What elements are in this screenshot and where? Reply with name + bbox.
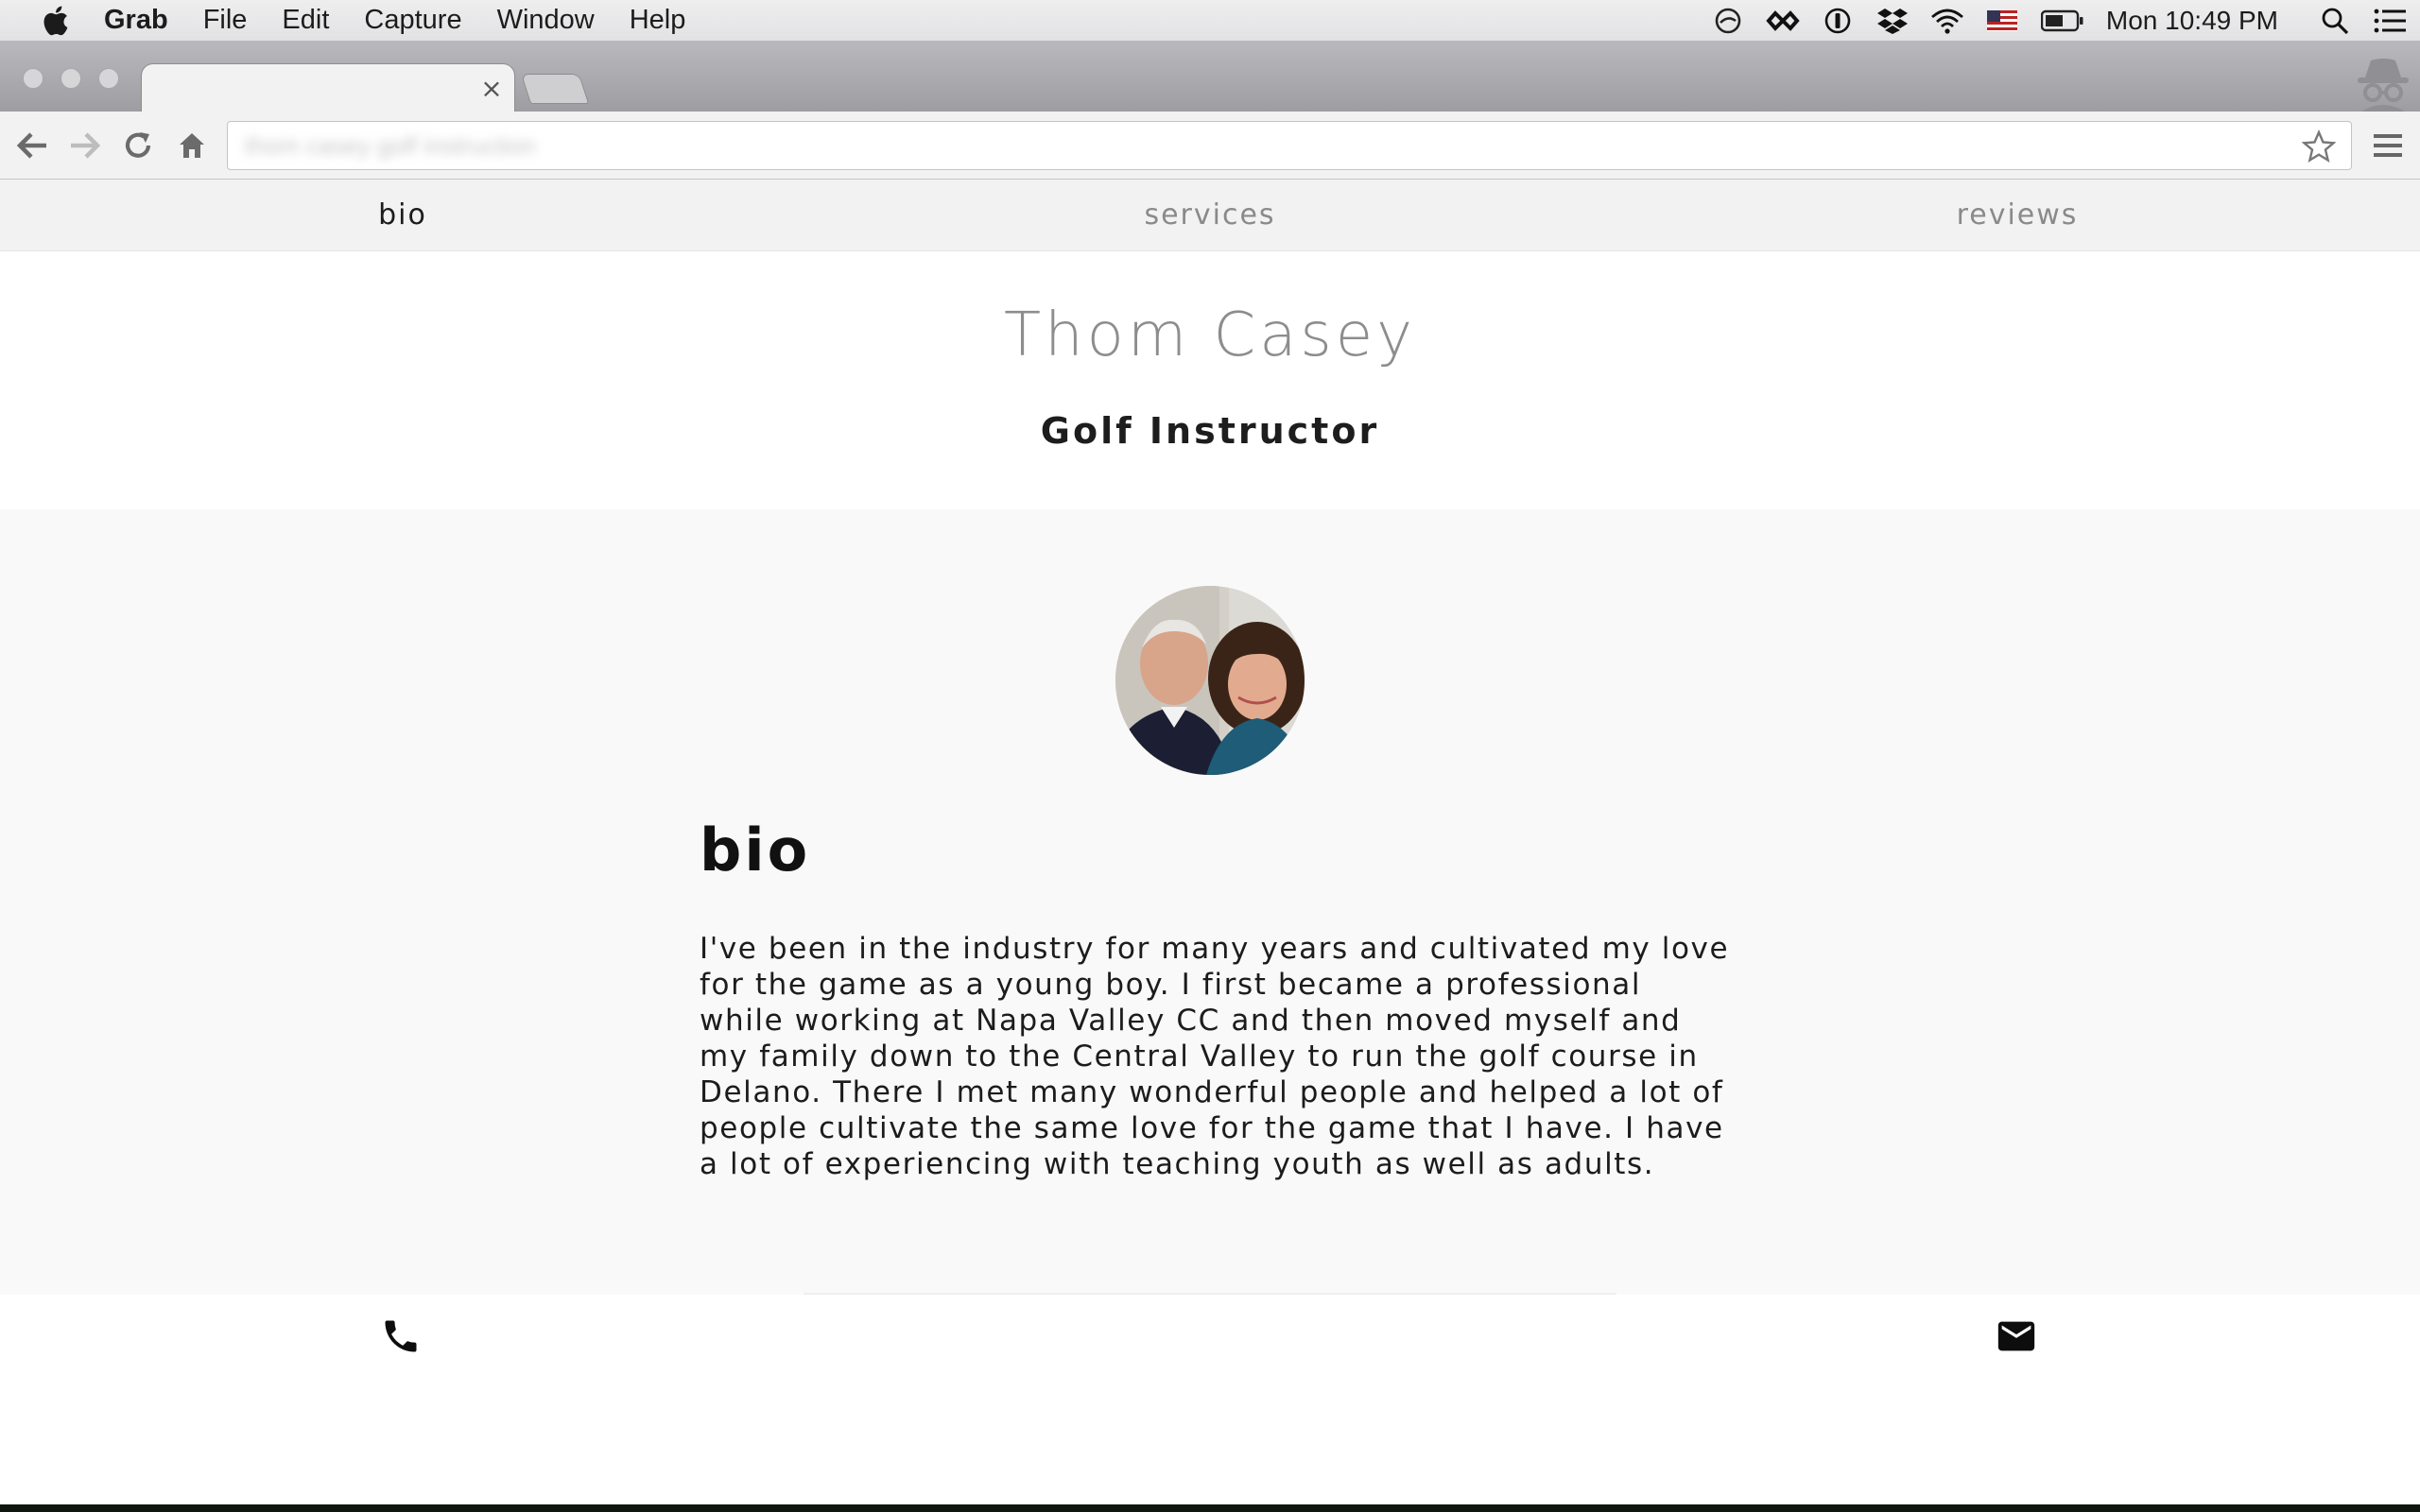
status-area: Mon 10:49 PM bbox=[1711, 0, 2420, 42]
sync-icon[interactable] bbox=[1711, 4, 1745, 38]
page-footer bbox=[0, 1295, 2420, 1504]
tab-close-icon[interactable]: × bbox=[475, 72, 509, 106]
wifi-icon[interactable] bbox=[1930, 4, 1964, 38]
battery-icon[interactable] bbox=[2040, 4, 2085, 38]
menu-help[interactable]: Help bbox=[630, 5, 686, 36]
page-header: Thom Casey Golf Instructor bbox=[0, 251, 2420, 509]
browser-tab-active[interactable]: × bbox=[142, 64, 514, 113]
tab-strip: × bbox=[0, 42, 2420, 113]
back-icon[interactable] bbox=[13, 127, 51, 164]
1password-icon[interactable] bbox=[1821, 4, 1855, 38]
infinity-icon[interactable] bbox=[1766, 4, 1800, 38]
bookmark-star-icon[interactable] bbox=[2301, 129, 2337, 163]
avatar bbox=[1115, 586, 1305, 775]
flag-icon[interactable] bbox=[1985, 4, 2019, 38]
incognito-icon bbox=[2352, 55, 2414, 112]
spotlight-icon[interactable] bbox=[2318, 4, 2352, 38]
address-bar-text: thom casey golf instruction bbox=[245, 131, 536, 160]
desktop-background-edge bbox=[0, 1504, 2420, 1512]
bio-paragraph: I've been in the industry for many years… bbox=[700, 932, 1730, 1181]
clock[interactable]: Mon 10:49 PM bbox=[2106, 6, 2278, 36]
apple-icon[interactable] bbox=[36, 2, 74, 40]
web-page: bio services reviews Thom Casey Golf Ins… bbox=[0, 180, 2420, 1504]
menu-window[interactable]: Window bbox=[497, 5, 595, 36]
notification-center-icon[interactable] bbox=[2373, 4, 2407, 38]
window-close-button[interactable] bbox=[23, 68, 43, 89]
browser-toolbar: thom casey golf instruction bbox=[0, 112, 2420, 180]
menu-file[interactable]: File bbox=[203, 5, 248, 36]
site-nav: bio services reviews bbox=[0, 180, 2420, 251]
page-subtitle: Golf Instructor bbox=[1040, 410, 1380, 452]
page-title: Thom Casey bbox=[1004, 301, 1416, 370]
forward-icon[interactable] bbox=[66, 127, 104, 164]
address-bar[interactable]: thom casey golf instruction bbox=[227, 121, 2352, 170]
new-tab-button[interactable] bbox=[520, 74, 590, 104]
nav-link-services[interactable]: services bbox=[1144, 198, 1275, 232]
home-icon[interactable] bbox=[173, 127, 211, 164]
reload-icon[interactable] bbox=[119, 127, 157, 164]
phone-icon[interactable] bbox=[380, 1315, 427, 1363]
nav-link-bio[interactable]: bio bbox=[378, 198, 427, 232]
menu-capture[interactable]: Capture bbox=[364, 5, 461, 36]
nav-link-reviews[interactable]: reviews bbox=[1957, 198, 2079, 232]
email-icon[interactable] bbox=[1995, 1317, 2040, 1363]
dropbox-icon[interactable] bbox=[1876, 4, 1910, 38]
menu-app-name[interactable]: Grab bbox=[104, 5, 168, 36]
bio-section: bio I've been in the industry for many y… bbox=[0, 509, 2420, 1292]
browser-menu-icon[interactable] bbox=[2371, 129, 2405, 163]
bio-heading: bio bbox=[700, 816, 811, 885]
menu-bar: Grab File Edit Capture Window Help Mon 1… bbox=[0, 0, 2420, 42]
menu-edit[interactable]: Edit bbox=[282, 5, 329, 36]
window-minimize-button[interactable] bbox=[60, 68, 81, 89]
window-zoom-button[interactable] bbox=[98, 68, 119, 89]
